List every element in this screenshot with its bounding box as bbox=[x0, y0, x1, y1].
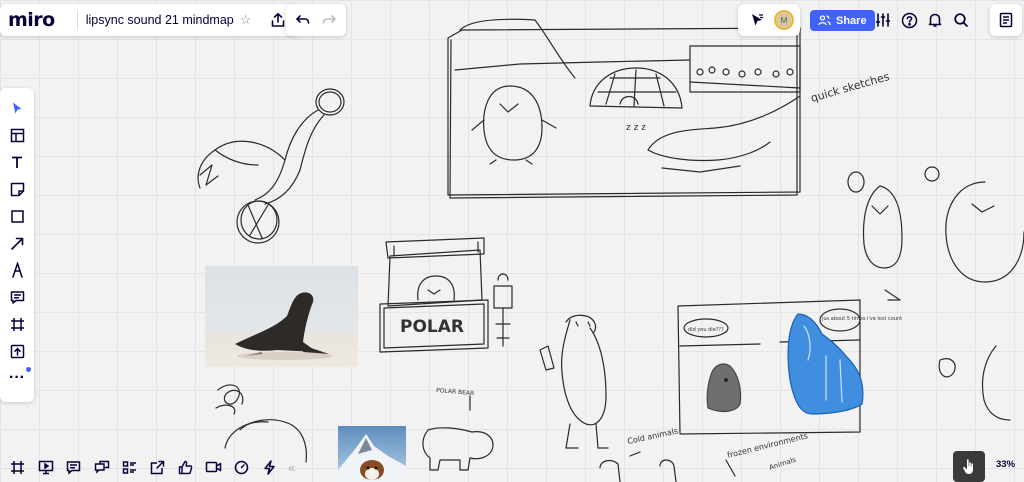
presentation-icon[interactable] bbox=[32, 453, 59, 481]
search-icon[interactable] bbox=[948, 7, 974, 33]
bubble-right-text: jus about 5 times i've lost count bbox=[821, 316, 902, 322]
bottom-toolbar: « bbox=[0, 452, 299, 482]
templates-icon[interactable] bbox=[3, 123, 31, 147]
left-toolbar: ··· bbox=[0, 88, 34, 402]
frame-icon[interactable] bbox=[3, 312, 31, 336]
note-polar-bear: POLAR BEAR bbox=[436, 387, 475, 397]
frames-icon[interactable] bbox=[4, 453, 31, 481]
reactions-icon[interactable] bbox=[172, 453, 199, 481]
note-cold-animals: Cold animals bbox=[627, 426, 679, 446]
collaborators-panel: M bbox=[738, 4, 800, 36]
sketch-layer: POLAR did you die??? jus about 5 times i… bbox=[197, 18, 1024, 482]
board-header: miro lipsync sound 21 mindmap ☆ bbox=[0, 4, 300, 36]
sketch-seal-ball[interactable] bbox=[197, 88, 345, 244]
notes-icon bbox=[999, 12, 1013, 28]
cards-icon[interactable] bbox=[116, 453, 143, 481]
board-title[interactable]: lipsync sound 21 mindmap bbox=[86, 13, 234, 27]
settings-sliders-icon[interactable] bbox=[870, 7, 896, 33]
bubble-left-text: did you die??? bbox=[688, 327, 724, 333]
undo-redo-panel bbox=[286, 4, 346, 36]
collapse-icon[interactable]: « bbox=[288, 460, 295, 475]
share-button[interactable]: Share bbox=[810, 10, 875, 31]
help-icon[interactable] bbox=[896, 7, 922, 33]
select-icon[interactable] bbox=[3, 96, 31, 120]
sketch-seal-icecream[interactable] bbox=[539, 314, 609, 449]
sketch-penguins[interactable] bbox=[847, 166, 1024, 421]
note-frozen-environments: frozen environments bbox=[726, 431, 808, 460]
zoom-level[interactable]: 33% bbox=[996, 459, 1015, 470]
dog-image bbox=[338, 434, 406, 482]
board-notes-button[interactable] bbox=[990, 4, 1022, 36]
share-screen-icon[interactable] bbox=[144, 453, 171, 481]
sticky-note-icon[interactable] bbox=[3, 177, 31, 201]
board-canvas[interactable]: POLAR did you die??? jus about 5 times i… bbox=[0, 0, 1024, 482]
undo-icon[interactable] bbox=[290, 7, 316, 33]
follow-cursor-icon[interactable] bbox=[744, 7, 770, 33]
bell-icon[interactable] bbox=[922, 7, 948, 33]
seal-image bbox=[235, 292, 333, 360]
new-indicator-dot bbox=[25, 367, 31, 372]
top-right-tools bbox=[866, 4, 978, 36]
text-icon[interactable] bbox=[3, 150, 31, 174]
more-icon[interactable]: ··· bbox=[3, 366, 31, 390]
upload-icon[interactable] bbox=[3, 339, 31, 363]
note-quick-sketches: quick sketches bbox=[809, 70, 891, 105]
star-icon[interactable]: ☆ bbox=[240, 12, 252, 28]
note-animals: Animals bbox=[768, 456, 797, 472]
avatar[interactable]: M bbox=[774, 10, 794, 30]
sketch-scene-frame[interactable] bbox=[447, 18, 801, 199]
shape-icon[interactable] bbox=[3, 204, 31, 228]
polar-sign-text: POLAR bbox=[400, 317, 464, 337]
header-divider bbox=[76, 10, 78, 30]
pen-icon[interactable] bbox=[3, 258, 31, 282]
chat-icon[interactable] bbox=[88, 453, 115, 481]
comment-icon[interactable] bbox=[3, 285, 31, 309]
seal-photo[interactable] bbox=[205, 266, 358, 367]
dog-photo[interactable] bbox=[338, 426, 406, 482]
note-zzz: z z z bbox=[626, 123, 646, 133]
arrow-icon[interactable] bbox=[3, 231, 31, 255]
hand-icon bbox=[963, 459, 973, 474]
timer-icon[interactable] bbox=[228, 453, 255, 481]
miro-logo[interactable]: miro bbox=[8, 9, 55, 31]
redo-icon[interactable] bbox=[316, 7, 342, 33]
voting-icon[interactable] bbox=[256, 453, 283, 481]
video-icon[interactable] bbox=[200, 453, 227, 481]
hand-tool-button[interactable] bbox=[953, 451, 985, 482]
share-label: Share bbox=[836, 14, 867, 27]
comments-icon[interactable] bbox=[60, 453, 87, 481]
people-icon bbox=[818, 15, 831, 26]
